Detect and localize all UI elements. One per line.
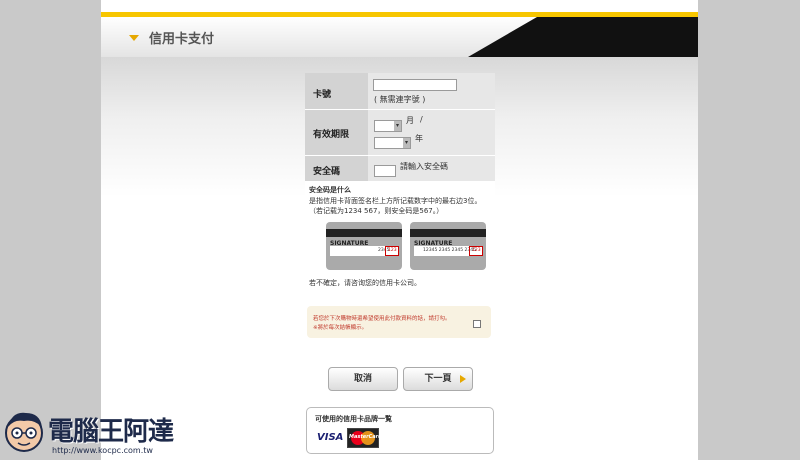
page-title: 信用卡支付 [149,32,215,47]
watermark-name: 電腦王阿達 [48,417,174,447]
card-brands-title: 可使用的信用卡品牌一覧 [315,415,392,423]
card-brands-box: 可使用的信用卡品牌一覧 VISA MasterCard [306,407,494,454]
expiry-month-select[interactable]: ▾ [374,120,402,132]
cancel-button[interactable]: 取消 [328,367,398,391]
month-suffix: 月 [406,116,414,125]
cvv-help-line2: （若记载为1234 567，则安全码是567。） [309,207,444,215]
cvv-hint: 請輸入安全碼 [400,162,448,171]
cvv-help-title: 安全码是什么 [309,186,351,194]
expiry-row: 有效期限 ▾ 月 / ▾ 年 [305,110,495,155]
next-button-label: 下一頁 [424,374,452,384]
cvv-unsure-text: 若不確定，请咨询您的信用卡公司。 [309,279,421,287]
visa-logo: VISA [317,432,344,443]
save-payment-notice: 若您於下次購物時還希望使用此付款資料的話，請打勾。 ※將於每次結帳顯示。 [307,306,491,338]
mastercard-logo: MasterCard [347,428,382,448]
play-arrow-icon [460,375,466,383]
chevron-down-icon: ▾ [394,121,401,131]
mascot-icon [5,412,43,452]
card-number-label: 卡號 [313,90,332,100]
year-suffix: 年 [415,134,423,143]
card-number-hint: ( 無需連字號 ) [374,95,426,104]
card-number-input[interactable] [373,79,457,91]
cvv-label: 安全碼 [313,167,341,177]
expiry-label: 有效期限 [313,130,350,140]
notice-line2: ※將於每次結帳顯示。 [313,325,368,331]
expiry-slash: / [420,115,423,124]
cvv-row: 安全碼 請輸入安全碼 [305,156,495,181]
watermark-url: http://www.kocpc.com.tw [52,446,153,455]
cvv-help-line1: 是指信用卡背面签名栏上方所记载数字中的最右边3位。 [309,197,482,205]
notice-line1: 若您於下次購物時還希望使用此付款資料的話，請打勾。 [313,316,451,322]
payment-form: 卡號 ( 無需連字號 ) 有效期限 ▾ 月 / ▾ 年 安全碼 請輸入安全碼 安… [305,73,495,458]
watermark: 電腦王阿達 http://www.kocpc.com.tw [2,407,174,459]
payment-page: 信用卡支付 卡號 ( 無需連字號 ) 有效期限 ▾ 月 / ▾ 年 安全碼 請輸… [101,0,698,460]
triangle-down-icon [129,35,139,41]
next-button[interactable]: 下一頁 [403,367,473,391]
card-back-image-1: SIGNATURE 2345 123 [326,222,402,270]
top-stripe [101,0,698,12]
card-number-row: 卡號 ( 無需連字號 ) [305,73,495,109]
card-back-image-2: SIGNATURE 12345 2345 2345 2345 123 [410,222,486,270]
chevron-down-icon: ▾ [403,138,410,148]
save-payment-checkbox[interactable] [473,320,481,328]
expiry-year-select[interactable]: ▾ [374,137,411,149]
cvv-input[interactable] [374,165,396,177]
